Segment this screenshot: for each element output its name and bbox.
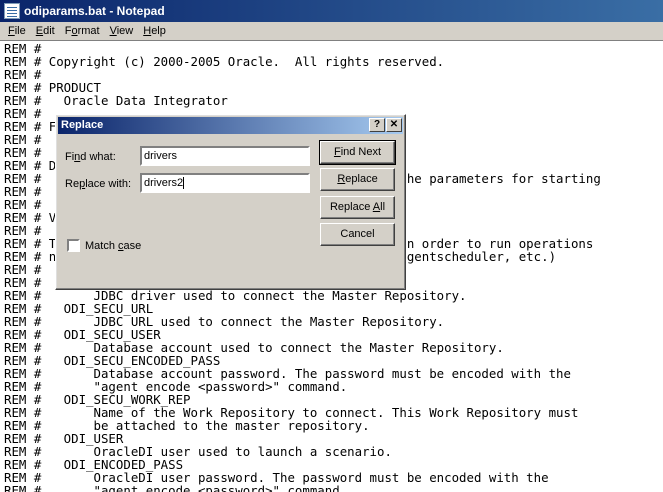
close-button[interactable]: ✕ bbox=[386, 118, 402, 132]
menu-help[interactable]: Help bbox=[138, 25, 171, 37]
editor-line: REM # "agent encode <password>" command. bbox=[4, 483, 348, 492]
editor-line: REM # Copyright (c) 2000-2005 Oracle. Al… bbox=[4, 54, 445, 69]
replace-with-input[interactable]: drivers2 bbox=[140, 173, 310, 193]
notepad-icon bbox=[4, 3, 20, 19]
text-caret bbox=[183, 177, 185, 190]
find-next-button[interactable]: Find Next bbox=[319, 140, 396, 165]
replace-all-button[interactable]: Replace All bbox=[320, 196, 395, 219]
title-bar: odiparams.bat - Notepad bbox=[0, 0, 663, 22]
editor-line: REM # Oracle Data Integrator bbox=[4, 93, 228, 108]
replace-with-label: Replace with: bbox=[65, 178, 132, 190]
match-case-label: Match case bbox=[85, 240, 142, 252]
menu-view[interactable]: View bbox=[105, 25, 139, 37]
find-what-label: Find what: bbox=[65, 151, 116, 163]
find-what-input[interactable]: drivers bbox=[140, 146, 310, 166]
dialog-title: Replace bbox=[61, 119, 104, 131]
menu-bar: File Edit Format View Help bbox=[0, 22, 663, 40]
replace-dialog: Replace ? ✕ Find what: drivers Replace w… bbox=[55, 114, 406, 290]
replace-button[interactable]: Replace bbox=[320, 168, 395, 191]
dialog-title-bar: Replace bbox=[58, 117, 403, 134]
help-icon: ? bbox=[373, 119, 381, 130]
editor-line: REM # bbox=[4, 67, 42, 82]
menu-file[interactable]: File bbox=[3, 25, 31, 37]
window-title: odiparams.bat - Notepad bbox=[24, 4, 165, 18]
match-case-checkbox[interactable] bbox=[67, 239, 80, 252]
close-icon: ✕ bbox=[389, 119, 399, 130]
menu-format[interactable]: Format bbox=[60, 25, 105, 37]
help-button[interactable]: ? bbox=[369, 118, 385, 132]
cancel-button[interactable]: Cancel bbox=[320, 223, 395, 246]
menu-edit[interactable]: Edit bbox=[31, 25, 60, 37]
